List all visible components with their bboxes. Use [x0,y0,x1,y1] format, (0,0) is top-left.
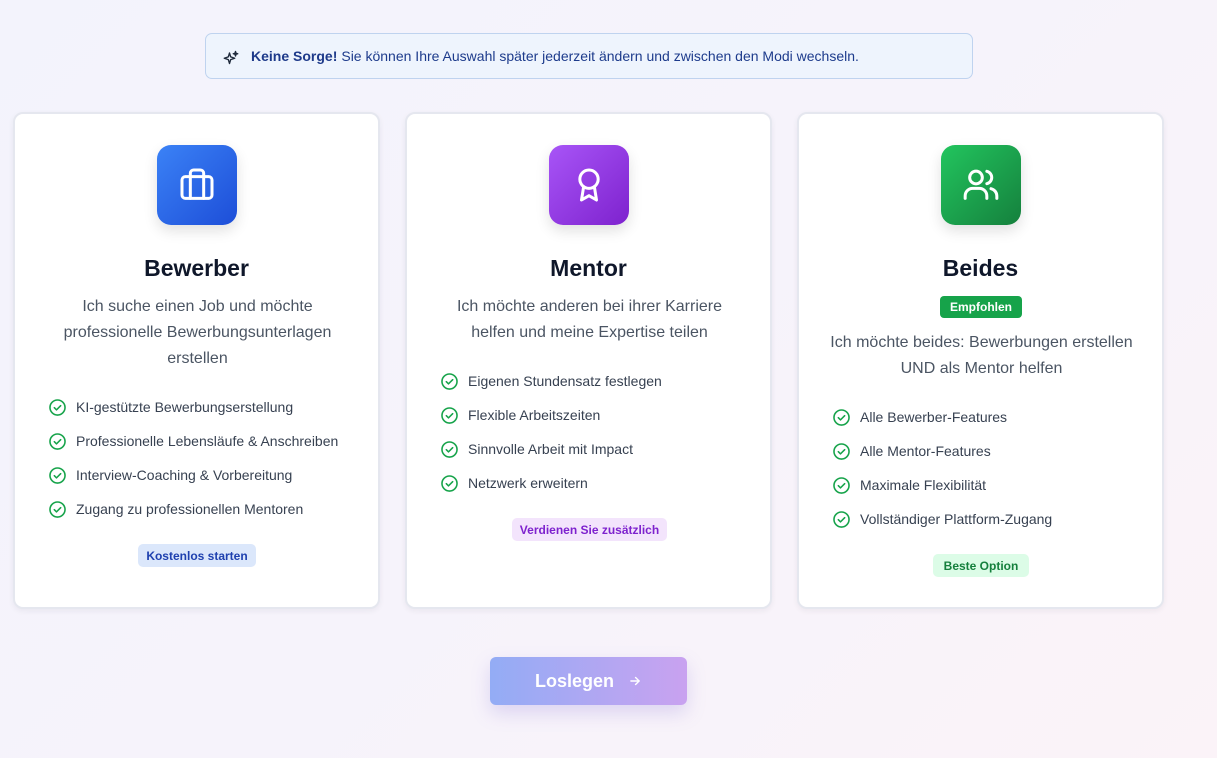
feature-item: KI-gestützte Bewerbungserstellung [48,390,338,424]
award-icon-tile [549,145,629,225]
feature-list: Alle Bewerber-Features Alle Mentor-Featu… [832,400,1052,536]
feature-item: Alle Bewerber-Features [832,400,1052,434]
feature-list: KI-gestützte Bewerbungserstellung Profes… [48,390,338,526]
feature-text: Netzwerk erweitern [468,475,588,491]
feature-text: Alle Bewerber-Features [860,409,1008,425]
users-icon [963,169,999,200]
feature-item: Flexible Arbeitszeiten [440,398,662,432]
check-circle-icon [441,406,458,424]
feature-text: Maximale Flexibilität [860,477,987,493]
feature-item: Sinnvolle Arbeit mit Impact [440,432,662,466]
feature-item: Interview-Coaching & Vorbereitung [48,458,338,492]
award-icon [578,168,600,202]
feature-text: Professionelle Lebensläufe & Anschreiben [76,433,339,449]
loslegen-button[interactable]: Loslegen [490,657,687,705]
users-icon-tile [941,145,1021,225]
feature-text: Vollständiger Plattform-Zugang [860,511,1053,527]
role-card-mentor[interactable]: Mentor Ich möchte anderen bei ihrer Karr… [405,112,772,609]
check-circle-icon [441,474,458,492]
feature-text: Zugang zu professionellen Mentoren [76,501,304,517]
card-badge: Verdienen Sie zusätzlich [512,518,667,541]
check-circle-icon [833,408,850,426]
sparkles-icon [223,50,239,65]
feature-item: Eigenen Stundensatz festlegen [440,364,662,398]
banner-title: Keine Sorge! [251,48,338,64]
feature-item: Vollständiger Plattform-Zugang [832,502,1052,536]
recommended-badge: Empfohlen [940,296,1022,318]
card-description: Ich möchte beides: Bewerbungen erstellen… [830,334,1133,377]
card-badge: Kostenlos starten [138,544,256,567]
card-badge: Beste Option [933,554,1029,577]
check-circle-icon [833,476,850,494]
feature-text: Eigenen Stundensatz festlegen [468,373,662,389]
card-description: Ich möchte anderen bei ihrer Karriere he… [456,298,723,341]
role-card-bewerber[interactable]: Bewerber Ich suche einen Job und möchte … [13,112,380,609]
feature-item: Zugang zu professionellen Mentoren [48,492,338,526]
check-circle-icon [441,372,458,390]
card-title: Mentor [550,255,627,281]
check-circle-icon [49,398,66,416]
arrow-right-icon [630,676,640,686]
feature-item: Maximale Flexibilität [832,468,1052,502]
card-description: Ich suche einen Job und möchte professio… [63,298,332,367]
feature-item: Alle Mentor-Features [832,434,1052,468]
feature-text: KI-gestützte Bewerbungserstellung [76,399,294,415]
briefcase-icon-tile [157,145,237,225]
card-title: Beides [942,255,1019,281]
feature-text: Alle Mentor-Features [860,443,991,459]
check-circle-icon [49,432,66,450]
cta-label: Loslegen [534,670,614,691]
info-banner: Keine Sorge! Sie können Ihre Auswahl spä… [205,33,973,79]
feature-text: Flexible Arbeitszeiten [468,407,601,423]
feature-text: Interview-Coaching & Vorbereitung [76,467,293,483]
feature-text: Sinnvolle Arbeit mit Impact [468,441,633,457]
feature-item: Netzwerk erweitern [440,466,662,500]
role-card-beides[interactable]: Beides Empfohlen Ich möchte beides: Bewe… [797,112,1164,609]
check-circle-icon [49,500,66,518]
check-circle-icon [833,442,850,460]
banner-text: Sie können Ihre Auswahl später jederzeit… [341,48,859,64]
check-circle-icon [833,510,850,528]
check-circle-icon [441,440,458,458]
feature-item: Professionelle Lebensläufe & Anschreiben [48,424,338,458]
card-title: Bewerber [144,255,249,281]
briefcase-icon [180,168,214,200]
feature-list: Eigenen Stundensatz festlegen Flexible A… [440,364,662,500]
check-circle-icon [49,466,66,484]
